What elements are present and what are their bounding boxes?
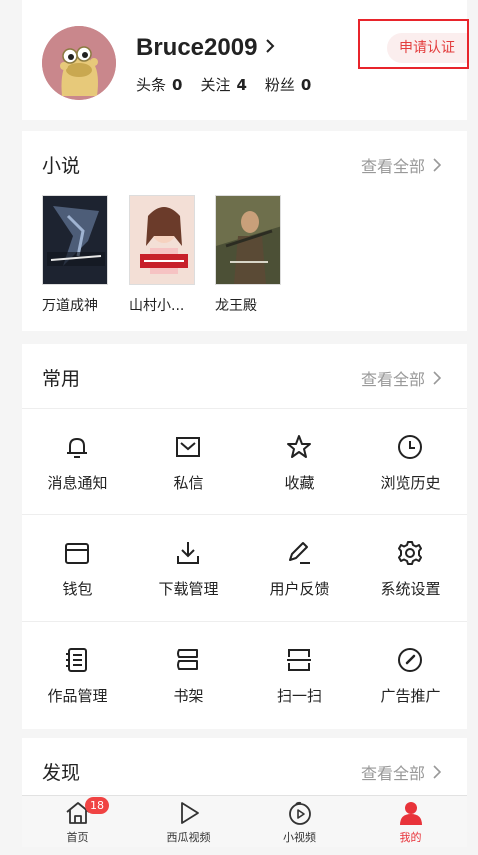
tool-label: 扫一扫	[276, 687, 322, 705]
tab-short-video[interactable]: 小视频	[244, 796, 355, 848]
play-icon	[181, 802, 199, 824]
see-all-label: 查看全部	[360, 370, 425, 389]
see-all-label: 查看全部	[360, 157, 425, 176]
tab-home[interactable]: 18 首页	[22, 796, 133, 848]
pen-icon	[289, 542, 310, 564]
tool-notifications[interactable]: 消息通知	[22, 408, 133, 514]
book-title: 山村小...	[129, 298, 185, 314]
tool-label: 收藏	[284, 474, 315, 492]
stat-posts[interactable]: 头条 0	[136, 74, 182, 95]
book-item[interactable]: 山村小...	[129, 195, 195, 315]
see-all-label: 查看全部	[360, 764, 425, 783]
tool-history[interactable]: 浏览历史	[355, 408, 466, 514]
stat-value: 0	[300, 76, 312, 94]
chevron-right-icon	[433, 765, 441, 779]
section-title: 小说	[42, 155, 81, 177]
novels-section: 小说 查看全部 万道成神 山村小... 龙王殿	[22, 131, 467, 331]
chevron-right-icon	[433, 158, 441, 172]
stat-following[interactable]: 关注 4	[200, 74, 246, 95]
scan-icon	[287, 649, 311, 671]
section-title: 常用	[42, 368, 81, 390]
common-tools-section: 常用 查看全部 消息通知 私信 收藏 浏览历史 钱包 下载管理 用户反馈 系统设…	[22, 344, 467, 729]
profile-stats: 头条 0 关注 4 粉丝 0	[136, 74, 329, 95]
chevron-right-icon	[265, 38, 275, 58]
chevron-right-icon	[433, 371, 441, 385]
tab-label: 首页	[66, 831, 89, 844]
tool-label: 作品管理	[47, 687, 108, 705]
tab-label: 小视频	[283, 831, 316, 844]
person-icon	[400, 802, 422, 825]
tab-label: 我的	[399, 831, 422, 844]
notebook-icon	[66, 648, 87, 672]
bottom-tab-bar: 18 首页 西瓜视频 小视频 我的	[22, 795, 467, 847]
book-item[interactable]: 龙王殿	[215, 195, 281, 315]
tool-settings[interactable]: 系统设置	[355, 514, 466, 620]
mail-icon	[176, 437, 200, 457]
tab-mine[interactable]: 我的	[355, 796, 466, 848]
tool-label: 用户反馈	[269, 580, 330, 598]
tab-xigua-video[interactable]: 西瓜视频	[133, 796, 244, 848]
tool-works[interactable]: 作品管理	[22, 621, 133, 727]
bookshelf-icon	[177, 649, 198, 670]
stat-value: 0	[172, 76, 183, 94]
discover-section: 发现 查看全部	[22, 738, 467, 798]
tool-label: 广告推广	[380, 687, 441, 705]
stat-value: 4	[236, 76, 247, 94]
tab-label: 西瓜视频	[166, 831, 211, 844]
profile-card: Bruce2009 头条 0 关注 4 粉丝 0 申请认证	[22, 0, 469, 120]
bell-icon	[67, 437, 87, 458]
book-title: 龙王殿	[215, 298, 257, 314]
book-cover	[129, 195, 195, 285]
see-all-link[interactable]: 查看全部	[361, 760, 441, 784]
tool-downloads[interactable]: 下载管理	[133, 514, 244, 620]
username-link[interactable]: Bruce2009	[136, 34, 275, 62]
tool-messages[interactable]: 私信	[133, 408, 244, 514]
avatar[interactable]	[42, 26, 116, 100]
tool-favorites[interactable]: 收藏	[244, 408, 355, 514]
tool-label: 私信	[173, 474, 204, 492]
tool-label: 系统设置	[380, 580, 441, 598]
gear-icon	[398, 541, 422, 565]
wallet-icon	[65, 543, 89, 564]
clock-icon	[398, 435, 422, 459]
section-title: 发现	[42, 762, 81, 784]
stat-followers[interactable]: 粉丝 0	[265, 74, 311, 95]
tool-label: 浏览历史	[380, 474, 441, 492]
notification-badge: 18	[85, 797, 109, 814]
tool-label: 下载管理	[158, 580, 219, 598]
see-all-link[interactable]: 查看全部	[361, 153, 441, 177]
username: Bruce2009	[136, 34, 258, 61]
stat-label: 头条	[136, 76, 167, 94]
book-item[interactable]: 万道成神	[42, 195, 108, 315]
tool-feedback[interactable]: 用户反馈	[244, 514, 355, 620]
tool-scan[interactable]: 扫一扫	[244, 621, 355, 727]
tool-ads[interactable]: 广告推广	[355, 621, 466, 727]
gauge-icon	[398, 648, 422, 672]
tool-label: 消息通知	[47, 474, 108, 492]
star-icon	[287, 435, 311, 458]
tool-wallet[interactable]: 钱包	[22, 514, 133, 620]
book-title: 万道成神	[42, 298, 98, 314]
stat-label: 粉丝	[264, 76, 295, 94]
stat-label: 关注	[200, 76, 231, 94]
book-cover	[215, 195, 281, 285]
tool-label: 书架	[173, 687, 204, 705]
tool-label: 钱包	[62, 580, 93, 598]
tool-bookshelf[interactable]: 书架	[133, 621, 244, 727]
book-cover	[42, 195, 108, 285]
highlight-box	[358, 19, 469, 69]
download-icon	[177, 542, 199, 564]
see-all-link[interactable]: 查看全部	[361, 366, 441, 390]
short-video-icon	[289, 801, 311, 825]
